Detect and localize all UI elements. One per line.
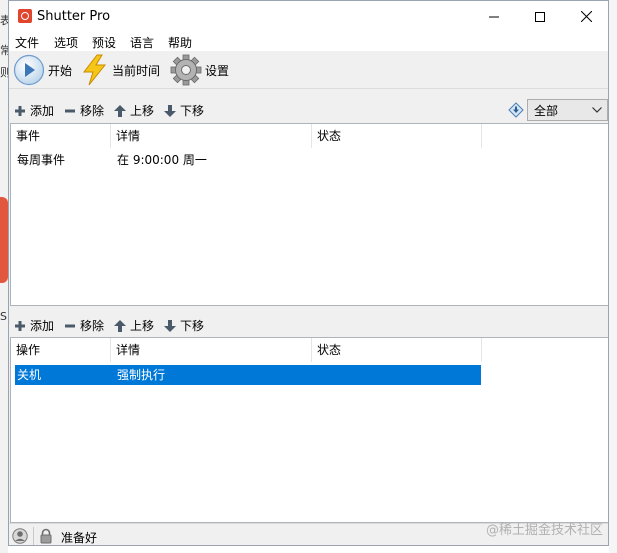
action-name: 关机 — [17, 368, 42, 382]
close-icon — [580, 11, 592, 22]
events-add-label: 添加 — [30, 104, 55, 118]
arrow-down-icon — [164, 104, 176, 117]
background-right-strip — [609, 0, 617, 553]
play-icon — [13, 54, 45, 86]
actions-remove-button[interactable]: 移除 — [64, 317, 104, 334]
events-remove-button[interactable]: 移除 — [64, 102, 104, 119]
filter-dropdown-value: 全部 — [534, 103, 559, 118]
current-time-button[interactable]: 当前时间 — [81, 51, 160, 89]
minus-icon — [65, 109, 75, 112]
background-app-strip: 表 常 则 S — [0, 0, 11, 553]
arrow-up-icon — [114, 319, 126, 332]
actions-toolbar: 添加 移除 上移 下移 — [9, 314, 608, 336]
actions-move-down-label: 下移 — [180, 319, 205, 333]
actions-col-detail[interactable]: 详情 — [111, 338, 312, 362]
gear-icon — [170, 54, 202, 86]
event-detail: 在 9:00:00 周一 — [117, 153, 207, 167]
watermark: @稀土掘金技术社区 — [485, 523, 603, 538]
arrow-up-icon — [114, 104, 126, 117]
events-list[interactable]: 事件 详情 状态 每周事件 在 9:00:00 周一 — [10, 123, 608, 306]
lightning-icon — [82, 54, 107, 86]
actions-col-action[interactable]: 操作 — [11, 338, 111, 362]
chevron-down-icon — [589, 102, 605, 118]
actions-list[interactable]: 操作 详情 状态 关机 强制执行 — [10, 337, 608, 523]
minimize-icon — [489, 16, 499, 17]
user-icon — [12, 528, 28, 544]
actions-move-up-label: 上移 — [130, 319, 155, 333]
events-list-header: 事件 详情 状态 — [11, 124, 608, 148]
settings-button[interactable]: 设置 — [170, 51, 229, 89]
events-move-down-label: 下移 — [180, 104, 205, 118]
status-text: 准备好 — [61, 531, 98, 545]
actions-col-status[interactable]: 状态 — [312, 338, 482, 362]
arrow-down-icon — [164, 319, 176, 332]
window-title: Shutter Pro — [37, 9, 111, 24]
actions-add-label: 添加 — [30, 319, 55, 333]
events-col-detail[interactable]: 详情 — [111, 124, 312, 148]
panel-splitter[interactable] — [9, 306, 608, 310]
start-button[interactable]: 开始 — [13, 51, 72, 89]
menu-language[interactable]: 语言 — [130, 34, 154, 51]
main-toolbar: 开始 当前时间 设置 — [9, 51, 608, 89]
current-time-button-label: 当前时间 — [112, 63, 161, 78]
menu-options[interactable]: 选项 — [54, 34, 78, 51]
table-row[interactable]: 每周事件 在 9:00:00 周一 — [15, 150, 481, 170]
app-window: Shutter Pro 文件 选项 预设 语言 帮助 开始 当前时间 设置 添加… — [8, 0, 609, 546]
events-col-event[interactable]: 事件 — [11, 124, 111, 148]
menu-presets[interactable]: 预设 — [92, 34, 116, 51]
action-detail: 强制执行 — [117, 368, 166, 382]
minus-icon — [65, 324, 75, 327]
event-status — [316, 150, 318, 170]
maximize-icon — [535, 11, 545, 22]
background-text: S — [0, 310, 7, 323]
events-toolbar: 添加 移除 上移 下移 全部 — [9, 99, 608, 121]
actions-move-up-button[interactable]: 上移 — [114, 317, 154, 334]
events-move-down-button[interactable]: 下移 — [164, 102, 204, 119]
actions-move-down-button[interactable]: 下移 — [164, 317, 204, 334]
title-bar[interactable]: Shutter Pro — [9, 1, 608, 32]
action-status — [316, 365, 318, 385]
events-move-up-label: 上移 — [130, 104, 155, 118]
filter-dropdown[interactable]: 全部 — [527, 99, 608, 121]
status-separator — [33, 527, 34, 545]
events-col-status[interactable]: 状态 — [312, 124, 482, 148]
table-row[interactable]: 关机 强制执行 — [15, 365, 481, 385]
menu-file[interactable]: 文件 — [15, 34, 39, 51]
plus-icon — [15, 320, 25, 331]
actions-remove-label: 移除 — [80, 319, 105, 333]
close-button[interactable] — [563, 1, 608, 32]
background-app-panel — [0, 197, 8, 283]
plus-icon — [15, 105, 25, 116]
settings-button-label: 设置 — [205, 63, 230, 78]
actions-add-button[interactable]: 添加 — [14, 317, 54, 334]
app-logo-icon — [18, 9, 32, 23]
event-name: 每周事件 — [17, 153, 66, 167]
filter-icon — [508, 102, 524, 118]
maximize-button[interactable] — [517, 1, 563, 32]
start-button-label: 开始 — [48, 63, 73, 78]
events-move-up-button[interactable]: 上移 — [114, 102, 154, 119]
menu-bar: 文件 选项 预设 语言 帮助 — [9, 32, 608, 51]
minimize-button[interactable] — [471, 1, 517, 32]
actions-list-header: 操作 详情 状态 — [11, 338, 608, 362]
events-add-button[interactable]: 添加 — [14, 102, 54, 119]
lock-icon — [40, 528, 52, 544]
menu-help[interactable]: 帮助 — [168, 34, 192, 51]
events-remove-label: 移除 — [80, 104, 105, 118]
